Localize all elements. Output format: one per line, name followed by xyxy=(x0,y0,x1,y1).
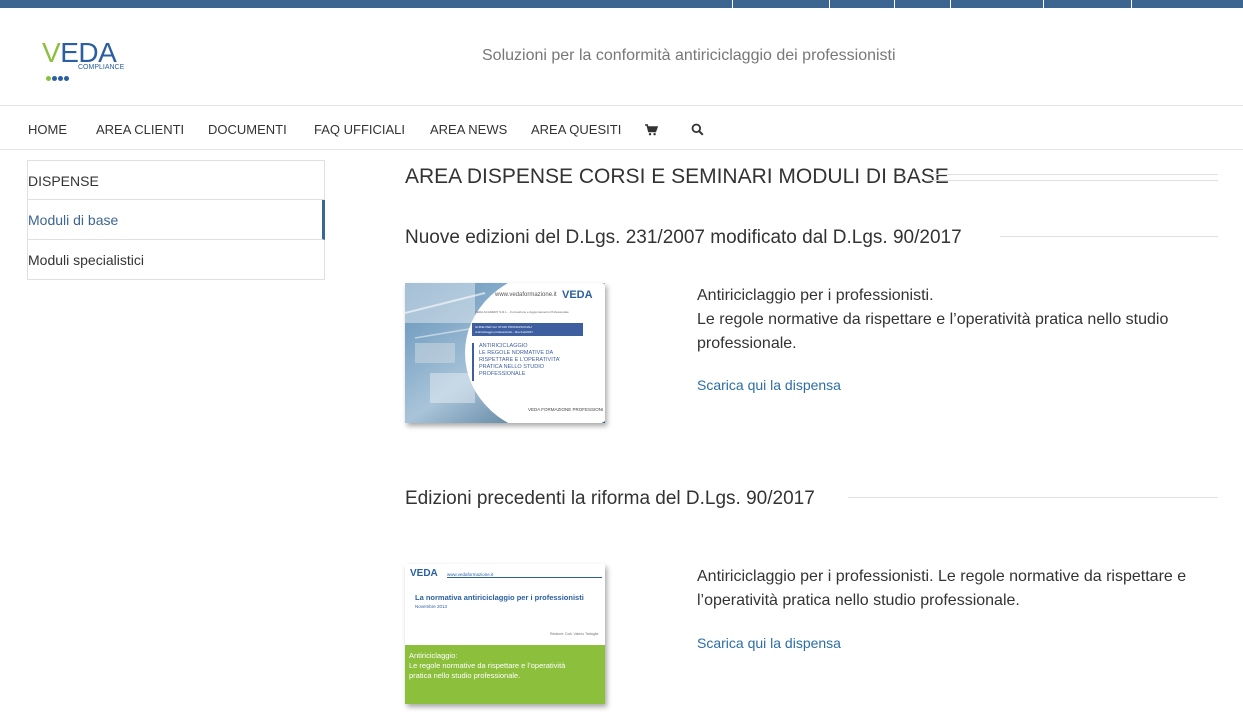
logo-letter-v: V xyxy=(42,37,61,68)
description-line: l’operatività pratica nello studio profe… xyxy=(697,592,1020,609)
title-rule xyxy=(928,174,1218,175)
logo-subtitle: COMPLIANCE xyxy=(78,64,125,71)
page-title: AREA DISPENSE CORSI E SEMINARI MODULI DI… xyxy=(405,165,949,188)
download-link[interactable]: Scarica qui la dispensa xyxy=(697,377,841,393)
nav-item-documenti[interactable]: DOCUMENTI xyxy=(208,122,287,137)
section-heading-rule xyxy=(1000,236,1218,237)
cover-title-line: LE REGOLE NORMATIVE DA xyxy=(479,350,554,356)
cart-icon[interactable] xyxy=(645,121,659,140)
cover-site-url: www.vedaformazione.it xyxy=(495,292,557,298)
sidebar-item-moduli-specialistici[interactable]: Moduli specialistici xyxy=(27,240,325,280)
document-description: Antiriciclaggio per i professionisti. Le… xyxy=(697,565,1227,613)
cover-band-line: pratica nello studio professionale. xyxy=(409,671,521,680)
top-bar-divider xyxy=(829,0,830,8)
cover-rule xyxy=(447,577,602,578)
cover-band-line: Le regole normative da rispettare e l’op… xyxy=(409,661,566,670)
cover-logo: VEDA xyxy=(410,568,438,579)
top-bar-divider xyxy=(732,0,733,8)
section-heading-rule xyxy=(848,497,1218,498)
cover-title: La normativa antiriciclaggio per i profe… xyxy=(415,593,584,602)
cover-header-box: GUIDE PER GLI STUDI PROFESSIONALI Antiri… xyxy=(472,323,583,336)
site-logo[interactable]: VEDA COMPLIANCE xyxy=(42,37,132,81)
cover-band-line: Antiriciclaggio: xyxy=(409,651,458,660)
nav-item-home[interactable]: HOME xyxy=(28,122,67,137)
nav-item-area-news[interactable]: AREA NEWS xyxy=(430,122,507,137)
nav-item-area-clienti[interactable]: AREA CLIENTI xyxy=(96,122,184,137)
site-tagline: Soluzioni per la conformità antiriciclag… xyxy=(482,47,896,64)
document-cover-thumbnail[interactable]: VEDA www.vedaformazione.it La normativa … xyxy=(405,564,605,704)
nav-item-faq-ufficiali[interactable]: FAQ UFFICIALI xyxy=(314,122,405,137)
cover-author: Relatore: Dott. Valerio Tartaglia xyxy=(550,632,599,636)
cover-title-line: PROFESSIONALE xyxy=(479,371,526,377)
cover-logo: VEDA xyxy=(562,289,593,301)
cover-title-line: ANTIRICICLAGGIO xyxy=(479,343,528,349)
document-description: Antiriciclaggio per i professionisti. Le… xyxy=(697,284,1227,356)
cover-title-line: RISPETTARE E L’OPERATIVITA’ xyxy=(479,357,561,363)
cover-title-line: PRATICA NELLO STUDIO xyxy=(479,364,544,370)
sidebar-item-moduli-di-base[interactable]: Moduli di base xyxy=(27,200,325,240)
sidebar-menu: DISPENSE Moduli di base Moduli specialis… xyxy=(27,160,325,280)
cover-footer: VEDA FORMAZIONE PROFESSIONI xyxy=(528,407,604,412)
logo-dots xyxy=(46,66,70,85)
cover-band-text: Antiriciclaggio: Le regole normative da … xyxy=(409,651,565,681)
top-bar-divider xyxy=(1043,0,1044,8)
cover-green-band: Antiriciclaggio: Le regole normative da … xyxy=(405,645,605,704)
description-line: professionale. xyxy=(697,335,797,352)
cover-accent-bar xyxy=(472,343,474,381)
download-link[interactable]: Scarica qui la dispensa xyxy=(697,635,841,651)
top-bar-divider xyxy=(894,0,895,8)
document-cover-thumbnail[interactable]: www.vedaformazione.it VEDA VEDA ACADEMY … xyxy=(405,283,605,423)
section-heading: Nuove edizioni del D.Lgs. 231/2007 modif… xyxy=(405,227,962,248)
top-bar xyxy=(0,0,1243,8)
main-navigation: HOME AREA CLIENTI DOCUMENTI FAQ UFFICIAL… xyxy=(0,105,1243,150)
section-heading: Edizioni precedenti la riforma del D.Lgs… xyxy=(405,488,815,509)
description-line: Antiriciclaggio per i professionisti. Le… xyxy=(697,568,1187,585)
description-line: Antiriciclaggio per i professionisti. xyxy=(697,287,934,304)
cover-box-line: Antiriciclaggio professionisti – Rev.Feb… xyxy=(475,330,533,334)
sidebar-item-dispense[interactable]: DISPENSE xyxy=(27,160,325,200)
search-icon[interactable] xyxy=(691,121,704,140)
cover-intro: VEDA ACADEMY S.R.L. - Formazione e Aggio… xyxy=(475,310,569,314)
title-rule xyxy=(928,180,1218,181)
cover-date: Novembre 2013 xyxy=(415,604,448,609)
description-line: Le regole normative da rispettare e l’op… xyxy=(697,311,1169,328)
top-bar-divider xyxy=(1131,0,1132,8)
top-bar-divider xyxy=(950,0,951,8)
nav-item-area-quesiti[interactable]: AREA QUESITI xyxy=(531,122,621,137)
cover-title: ANTIRICICLAGGIO LE REGOLE NORMATIVE DA R… xyxy=(479,343,560,378)
